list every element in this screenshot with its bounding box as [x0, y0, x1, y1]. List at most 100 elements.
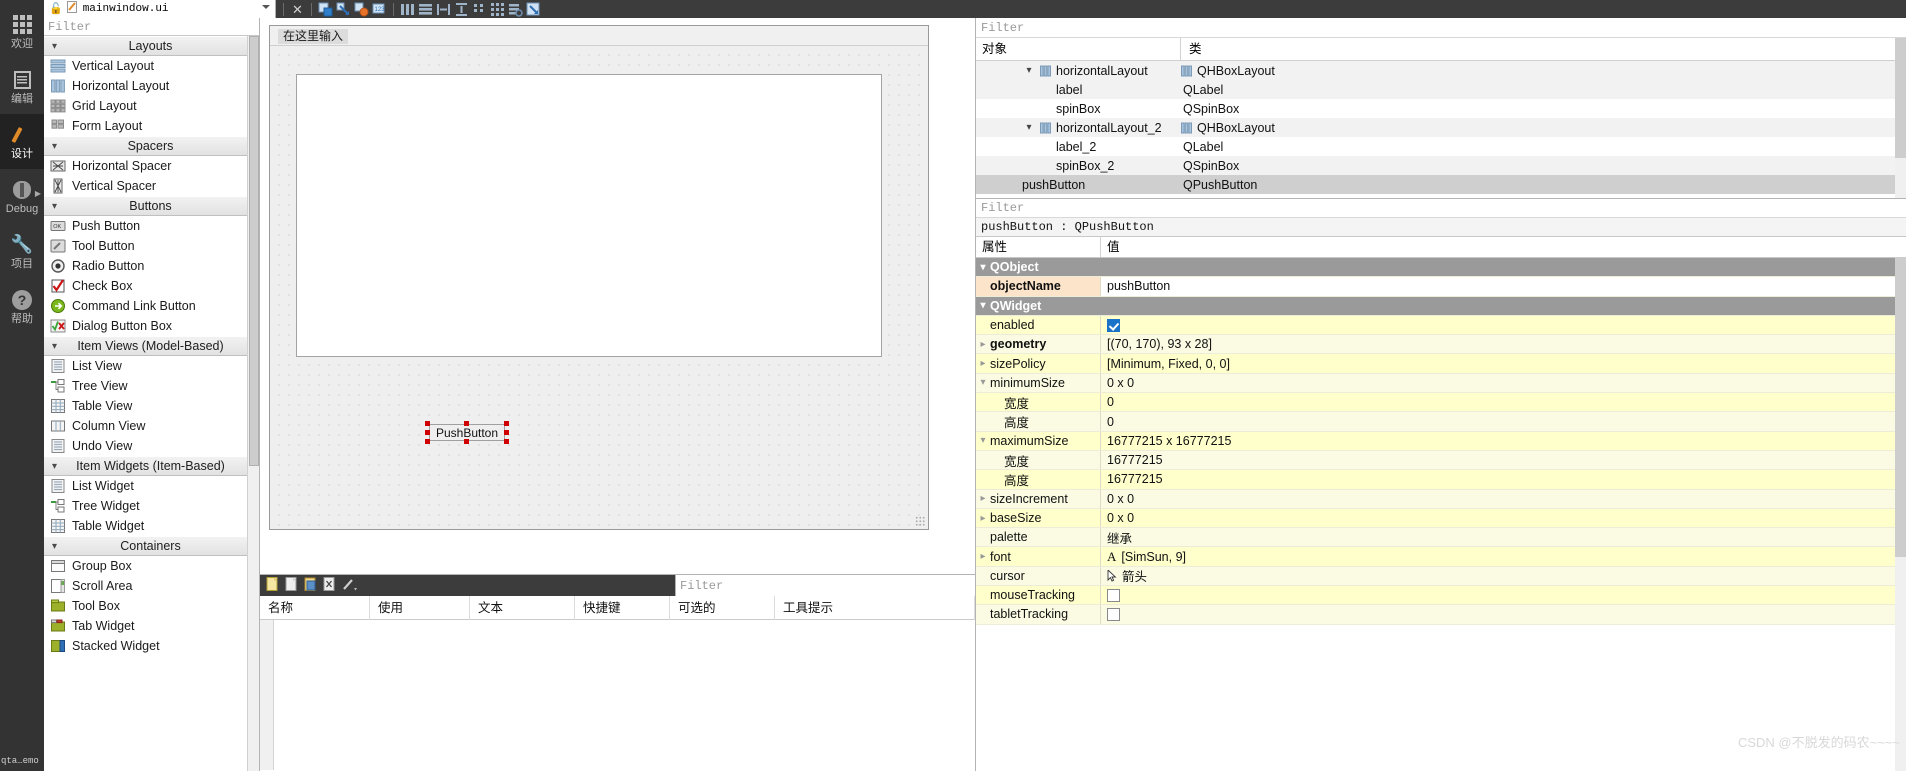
widget-box-group-containers[interactable]: ▾ Containers [44, 536, 259, 556]
open-file-pill[interactable]: 🔓 mainwindow.ui [44, 0, 276, 18]
widget-box-filter-input[interactable]: Filter [44, 18, 259, 36]
chevron-down-icon[interactable]: ▾ [976, 300, 990, 311]
property-row-minimumSize[interactable]: ▾ minimumSize 0 x 0 [976, 373, 1906, 394]
widget-box-group-layouts[interactable]: ▾ Layouts [44, 36, 259, 56]
object-row-label_2[interactable]: label_2 QLabel [976, 137, 1906, 156]
widget-item-grid-layout[interactable]: Grid Layout [44, 96, 259, 116]
widget-item-push-button[interactable]: OK Push Button [44, 216, 259, 236]
widget-box-list[interactable]: ▾ Layouts Vertical Layout Horizontal Lay… [44, 36, 259, 771]
object-inspector-scroll-thumb[interactable] [1895, 38, 1906, 158]
widget-box-group-spacers[interactable]: ▾ Spacers [44, 136, 259, 156]
property-row-minimumSize-height[interactable]: 高度 0 [976, 412, 1906, 432]
chevron-right-icon[interactable]: ▸ [976, 513, 990, 524]
widget-item-stacked-widget[interactable]: Stacked Widget [44, 636, 259, 656]
widget-item-column-view[interactable]: Column View [44, 416, 259, 436]
column-header-shortcut[interactable]: 快捷键 [575, 595, 670, 620]
mouse-tracking-checkbox[interactable] [1107, 588, 1120, 602]
chevron-down-icon[interactable]: ▾ [976, 435, 990, 446]
column-header-checkable[interactable]: 可选的 [670, 595, 775, 620]
property-value[interactable]: 0 x 0 [1107, 492, 1134, 506]
form-size-grip[interactable] [915, 516, 925, 526]
object-row-spinBox_2[interactable]: spinBox_2 QSpinBox [976, 156, 1906, 175]
widget-item-horizontal-spacer[interactable]: Horizontal Spacer [44, 156, 259, 176]
resize-handle-top-center[interactable] [464, 421, 469, 426]
widget-item-vertical-spacer[interactable]: Vertical Spacer [44, 176, 259, 196]
column-header-value[interactable]: 值 [1101, 237, 1906, 257]
widget-box-scroll-thumb[interactable] [249, 36, 259, 466]
object-row-pushButton[interactable]: pushButton QPushButton [976, 175, 1906, 194]
layout-vertically-icon[interactable] [418, 2, 433, 17]
chevron-right-icon[interactable]: ▸ [976, 493, 990, 504]
property-row-minimumSize-width[interactable]: 宽度 0 [976, 393, 1906, 413]
widget-item-tab-widget[interactable]: Tab Widget [44, 616, 259, 636]
new-action-icon[interactable] [266, 576, 280, 595]
property-row-sizeIncrement[interactable]: ▸ sizeIncrement 0 x 0 [976, 489, 1906, 509]
property-row-baseSize[interactable]: ▸ baseSize 0 x 0 [976, 508, 1906, 529]
widget-item-table-view[interactable]: Table View [44, 396, 259, 416]
layout-in-form-icon[interactable] [472, 2, 487, 17]
property-value[interactable]: 16777215 [1107, 453, 1163, 467]
column-header-object[interactable]: 对象 [976, 38, 1181, 60]
widget-item-tree-view[interactable]: Tree View [44, 376, 259, 396]
enabled-checkbox[interactable] [1107, 318, 1120, 332]
chevron-down-icon[interactable]: ▾ [976, 262, 990, 273]
layout-in-splitter-vertical-icon[interactable] [454, 2, 469, 17]
mode-item-edit[interactable]: 编辑 [0, 59, 44, 114]
property-row-font[interactable]: ▸ font A [SimSun, 9] [976, 547, 1906, 567]
layout-horizontally-icon[interactable] [400, 2, 415, 17]
property-value[interactable]: pushButton [1107, 279, 1170, 293]
column-header-used[interactable]: 使用 [370, 595, 470, 620]
chevron-right-icon[interactable]: ▸ [976, 358, 990, 369]
object-row-horizontalLayout_2[interactable]: ▾ horizontalLayout_2 QHBoxLayout [976, 118, 1906, 137]
property-group-qwidget[interactable]: ▾ QWidget [976, 296, 1906, 316]
resize-handle-bottom-center[interactable] [464, 439, 469, 444]
property-row-objectName[interactable]: objectName pushButton [976, 277, 1906, 297]
resize-handle-bottom-left[interactable] [425, 439, 430, 444]
mode-item-design[interactable]: 设计 [0, 114, 44, 169]
property-value[interactable]: [SimSun, 9] [1121, 550, 1186, 564]
column-header-class[interactable]: 类 [1181, 38, 1906, 60]
action-editor-filter-input[interactable]: Filter [675, 575, 975, 596]
chevron-down-icon[interactable]: ▾ [976, 377, 990, 388]
property-editor-scroll-thumb[interactable] [1895, 257, 1906, 557]
widget-item-list-widget[interactable]: List Widget [44, 476, 259, 496]
edit-widgets-icon[interactable] [318, 2, 333, 17]
property-editor-rows[interactable]: ▾ QObject objectName pushButton ▾ QWidge… [976, 258, 1906, 625]
column-header-text[interactable]: 文本 [470, 595, 575, 620]
property-editor-scrollbar[interactable] [1895, 257, 1906, 771]
column-header-name[interactable]: 名称 [260, 595, 370, 620]
widget-item-form-layout[interactable]: Form Layout [44, 116, 259, 136]
widget-box-group-item-views[interactable]: ▾ Item Views (Model-Based) [44, 336, 259, 356]
property-row-mouseTracking[interactable]: mouseTracking [976, 586, 1906, 606]
resize-handle-top-right[interactable] [504, 421, 509, 426]
widget-item-undo-view[interactable]: Undo View [44, 436, 259, 456]
resize-handle-middle-left[interactable] [425, 430, 430, 435]
widget-item-horizontal-layout[interactable]: Horizontal Layout [44, 76, 259, 96]
property-row-maximumSize-height[interactable]: 高度 16777215 [976, 470, 1906, 490]
mode-item-projects[interactable]: 🔧 项目 [0, 224, 44, 279]
property-row-geometry[interactable]: ▸ geometry [(70, 170), 93 x 28] [976, 335, 1906, 355]
close-icon[interactable]: ✕ [290, 2, 305, 17]
mode-item-debug[interactable]: Debug ▶ [0, 169, 44, 224]
property-value[interactable]: 16777215 x 16777215 [1107, 434, 1231, 448]
break-layout-icon[interactable] [508, 2, 523, 17]
property-value[interactable]: 0 x 0 [1107, 511, 1134, 525]
object-row-horizontalLayout[interactable]: ▾ horizontalLayout QHBoxLayout [976, 61, 1906, 80]
selected-pushbutton-widget[interactable]: PushButton [425, 421, 509, 444]
widget-item-tree-widget[interactable]: Tree Widget [44, 496, 259, 516]
widget-box-group-item-widgets[interactable]: ▾ Item Widgets (Item-Based) [44, 456, 259, 476]
property-row-palette[interactable]: palette 继承 [976, 528, 1906, 548]
property-row-enabled[interactable]: enabled [976, 315, 1906, 336]
form-canvas[interactable]: 在这里输入 PushButton [269, 25, 929, 530]
action-editor-body[interactable] [260, 620, 975, 770]
property-value[interactable]: 0 x 0 [1107, 376, 1134, 390]
tablet-tracking-checkbox[interactable] [1107, 607, 1120, 621]
copy-action-icon[interactable] [285, 576, 299, 595]
lock-open-icon[interactable]: 🔓 [49, 2, 63, 16]
object-row-label[interactable]: label QLabel [976, 80, 1906, 99]
edit-tab-order-icon[interactable]: 123 [372, 2, 387, 17]
property-group-qobject[interactable]: ▾ QObject [976, 258, 1906, 278]
widget-item-radio-button[interactable]: Radio Button [44, 256, 259, 276]
property-row-cursor[interactable]: cursor 箭头 [976, 566, 1906, 587]
chevron-down-icon[interactable] [262, 5, 270, 9]
